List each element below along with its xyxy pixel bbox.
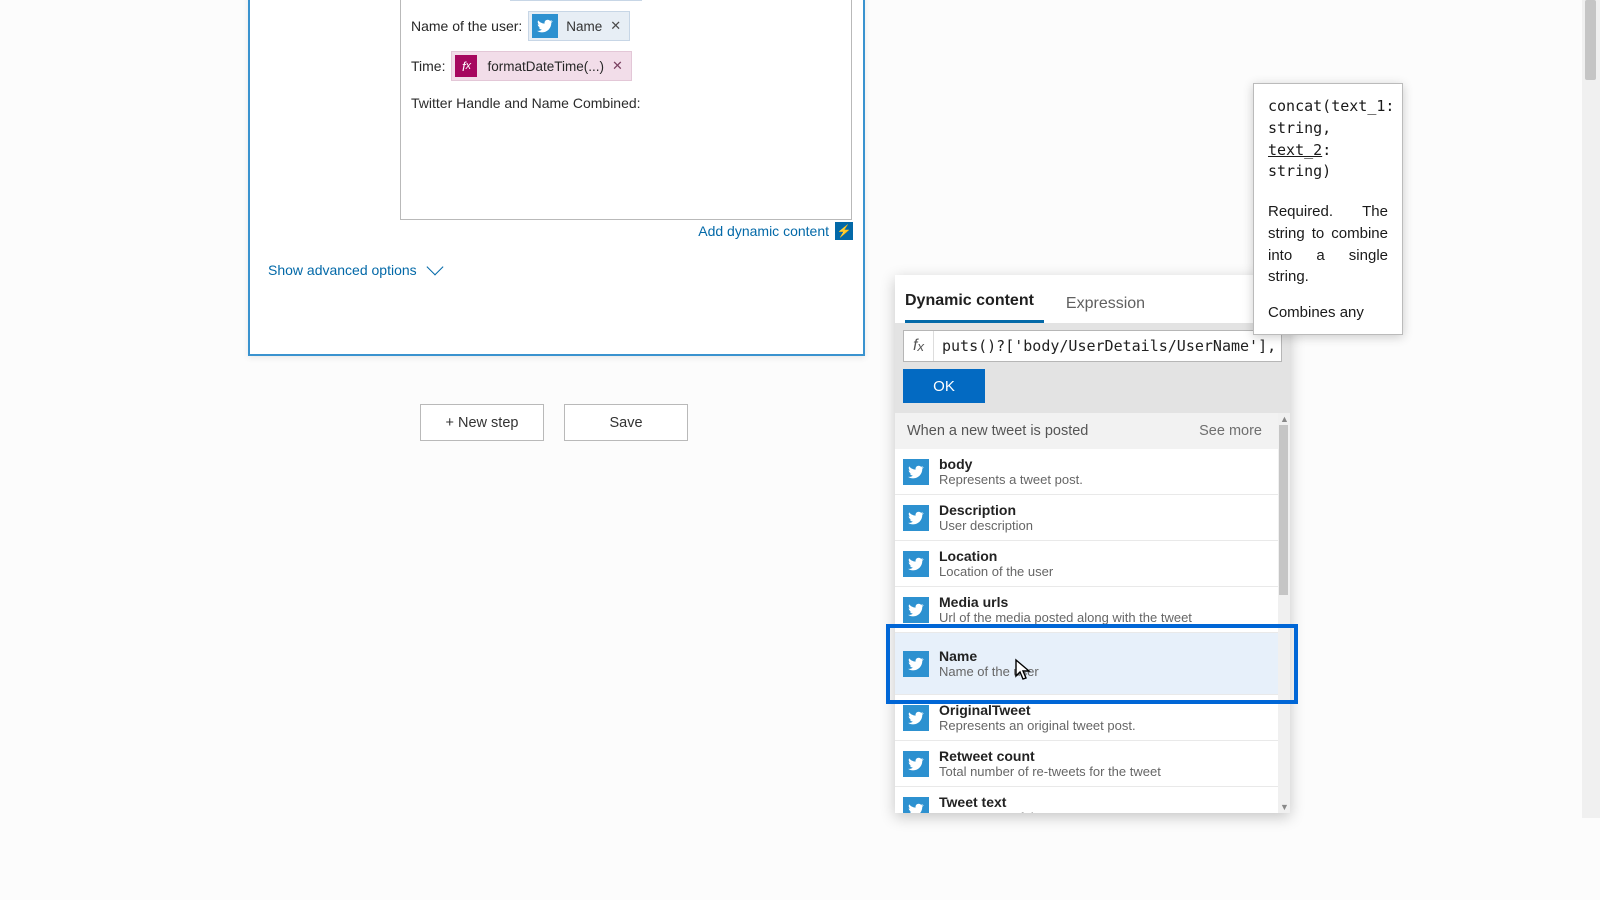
expression-bar: fx (895, 323, 1290, 369)
tooltip-overflow-text: Combines any (1268, 302, 1388, 322)
tab-expression[interactable]: Expression (1066, 283, 1155, 323)
dc-item-desc: Represents a tweet post. (939, 472, 1083, 487)
token-text: Name (566, 19, 602, 34)
name-of-user-label: Name of the user: (411, 18, 522, 34)
chevron-down-icon (426, 259, 443, 276)
twitter-handle-token[interactable]: User name ✕ (510, 0, 642, 1)
page-scroll-thumb[interactable] (1585, 0, 1596, 80)
fx-icon: fx (455, 55, 477, 77)
dc-item-title: Media urls (939, 594, 1192, 610)
dc-item-retweet-count[interactable]: Retweet countTotal number of re-tweets f… (895, 741, 1290, 787)
dc-item-tweet-text[interactable]: Tweet textText content of the tweet (895, 787, 1290, 813)
flow-action-card: Tweet Information: Twitter Handle: User … (248, 0, 865, 356)
dc-item-title: body (939, 456, 1083, 472)
show-advanced-text: Show advanced options (268, 262, 417, 278)
tooltip-sig-line2: string, (1268, 118, 1388, 140)
twitter-icon (903, 651, 929, 677)
dc-item-name[interactable]: NameName of the user (895, 633, 1290, 695)
expression-input[interactable] (934, 331, 1281, 361)
twitter-icon (903, 705, 929, 731)
dc-item-desc: Location of the user (939, 564, 1053, 579)
ok-button[interactable]: OK (903, 369, 985, 403)
twitter-icon (532, 14, 558, 38)
dc-item-desc: Text content of the tweet (939, 810, 1080, 813)
twitter-icon (903, 597, 929, 623)
dc-item-title: Location (939, 548, 1053, 564)
dc-item-description[interactable]: DescriptionUser description (895, 495, 1290, 541)
tooltip-description: Required. The string to combine into a s… (1268, 201, 1388, 288)
dc-group-header: When a new tweet is posted See more (895, 413, 1290, 449)
rich-text-editor-box[interactable]: Tweet Information: Twitter Handle: User … (400, 0, 852, 220)
dynamic-content-flyout: Dynamic content Expression ⌃ 2/2 ⌄ fx OK… (895, 275, 1290, 813)
tooltip-sig-line1: concat(text_1: (1268, 96, 1388, 118)
dc-item-media-urls[interactable]: Media urlsUrl of the media posted along … (895, 587, 1290, 633)
name-of-user-token[interactable]: Name ✕ (528, 11, 630, 41)
function-signature-tooltip: concat(text_1: string, text_2: string) R… (1253, 83, 1403, 335)
dc-item-location[interactable]: LocationLocation of the user (895, 541, 1290, 587)
tooltip-sig-line4: string) (1268, 161, 1388, 183)
combined-label: Twitter Handle and Name Combined: (411, 91, 841, 115)
flyout-tabs: Dynamic content Expression ⌃ 2/2 ⌄ (895, 275, 1290, 323)
see-more-link[interactable]: See more (1199, 423, 1262, 439)
time-label: Time: (411, 58, 445, 74)
dc-group-title: When a new tweet is posted (907, 423, 1088, 439)
dc-item-title: Description (939, 502, 1033, 518)
remove-token-icon[interactable]: ✕ (610, 18, 621, 34)
dc-item-title: OriginalTweet (939, 702, 1136, 718)
scroll-thumb[interactable] (1279, 425, 1288, 595)
twitter-icon (903, 459, 929, 485)
dc-item-title: Tweet text (939, 794, 1080, 810)
footer-buttons: + New step Save (420, 404, 688, 441)
twitter-icon (903, 505, 929, 531)
dc-item-body[interactable]: bodyRepresents a tweet post. (895, 449, 1290, 495)
token-text: formatDateTime(...) (487, 59, 604, 74)
dc-item-desc: Name of the user (939, 664, 1039, 679)
dc-item-desc: Total number of re-tweets for the tweet (939, 764, 1161, 779)
scroll-up-icon[interactable]: ▲ (1280, 414, 1289, 424)
time-expression-token[interactable]: fx formatDateTime(...) ✕ (451, 51, 631, 81)
dc-scrollbar[interactable]: ▲ ▼ (1278, 413, 1290, 813)
dc-item-title: Retweet count (939, 748, 1161, 764)
twitter-icon (903, 797, 929, 814)
dc-item-title: Name (939, 648, 1039, 664)
fx-prefix-icon: fx (904, 331, 934, 361)
dc-item-original-tweet[interactable]: OriginalTweetRepresents an original twee… (895, 695, 1290, 741)
add-dynamic-content-text: Add dynamic content (698, 223, 829, 239)
dc-item-desc: Represents an original tweet post. (939, 718, 1136, 733)
add-dynamic-content-link[interactable]: Add dynamic content ⚡ (698, 222, 853, 240)
twitter-icon (903, 551, 929, 577)
add-dynamic-content-icon[interactable]: ⚡ (835, 222, 853, 240)
remove-token-icon[interactable]: ✕ (612, 58, 623, 74)
dynamic-content-list: When a new tweet is posted See more body… (895, 413, 1290, 813)
twitter-icon (903, 751, 929, 777)
show-advanced-options-link[interactable]: Show advanced options (268, 262, 441, 278)
dc-item-desc: Url of the media posted along with the t… (939, 610, 1192, 625)
scroll-down-icon[interactable]: ▼ (1280, 802, 1289, 812)
tooltip-sig-line3: text_2: (1268, 140, 1388, 162)
tab-dynamic-content[interactable]: Dynamic content (905, 280, 1044, 323)
new-step-button[interactable]: + New step (420, 404, 544, 441)
dc-item-desc: User description (939, 518, 1033, 533)
page-scrollbar[interactable] (1582, 0, 1600, 818)
save-button[interactable]: Save (564, 404, 688, 441)
